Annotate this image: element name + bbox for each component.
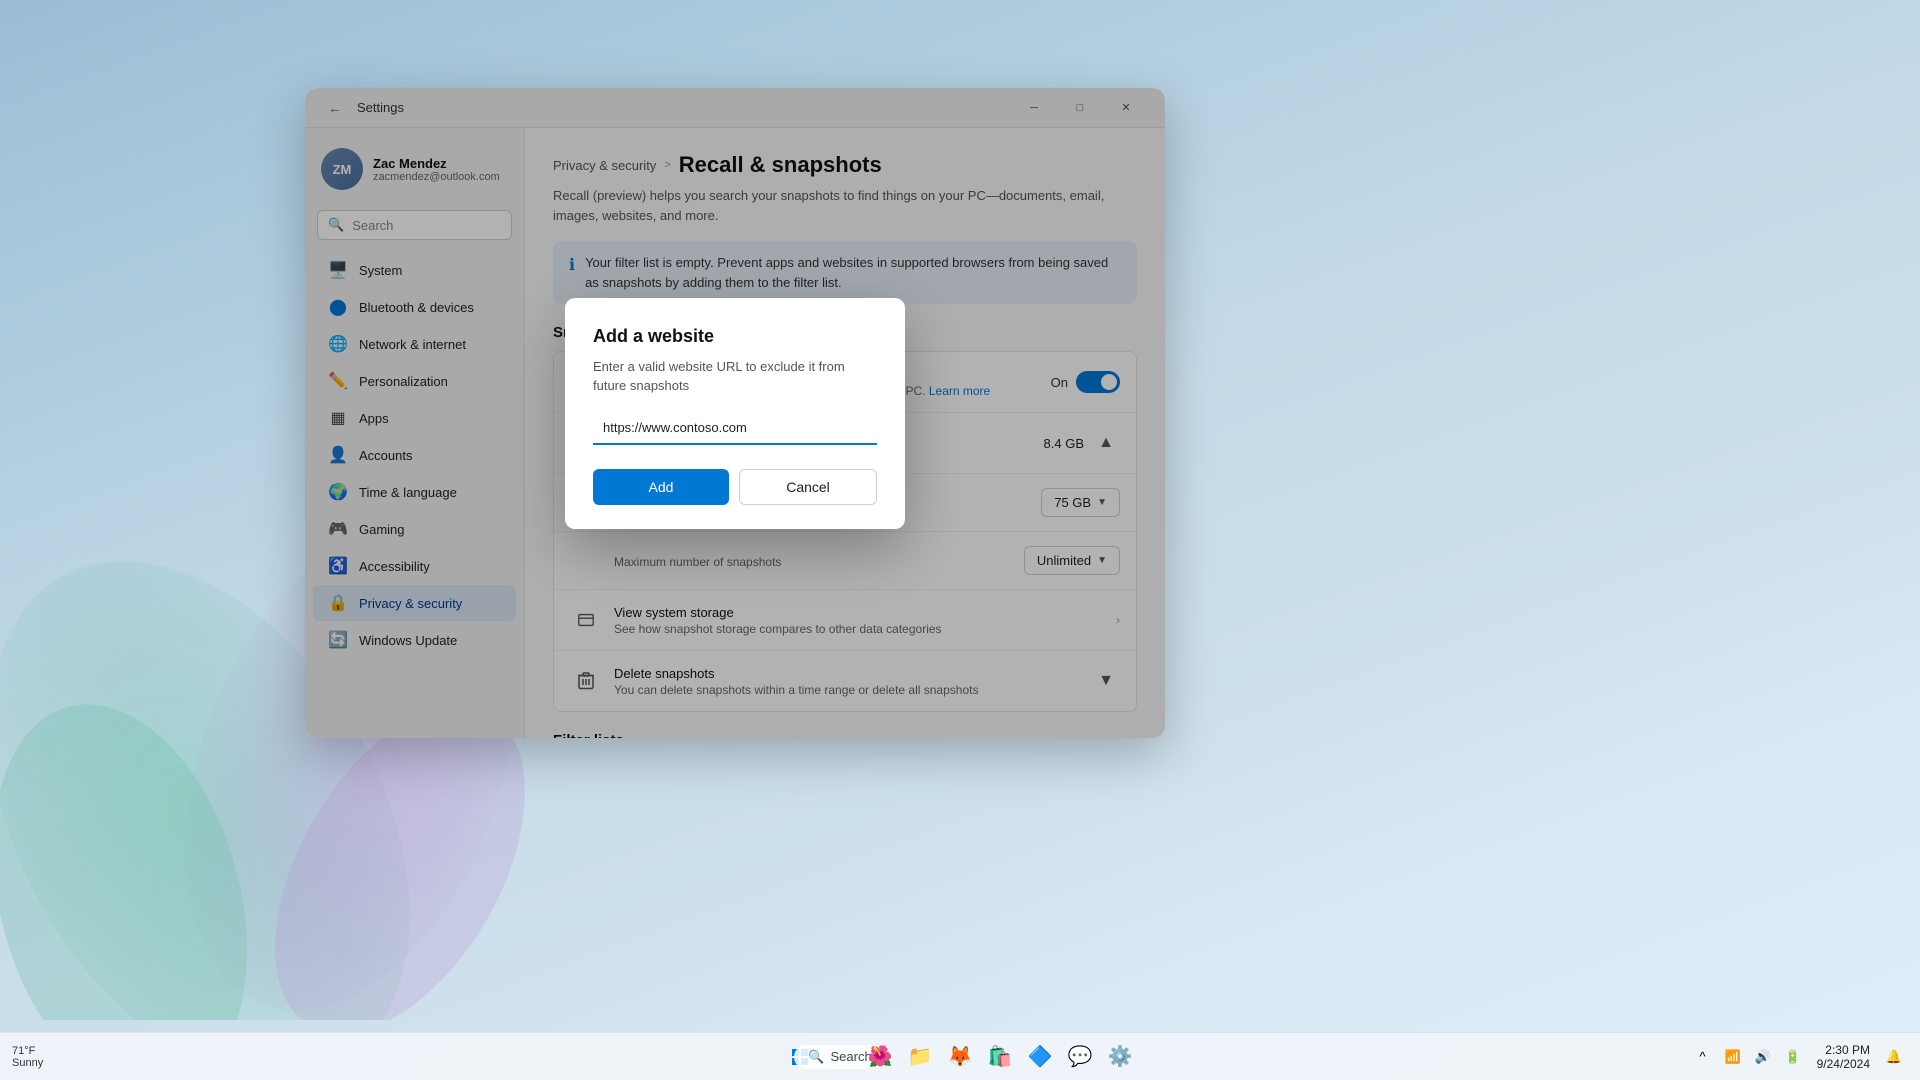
taskbar-search-button[interactable]: 🔍 Search bbox=[822, 1039, 858, 1075]
time-display[interactable]: 2:30 PM 9/24/2024 bbox=[1813, 1043, 1874, 1071]
taskbar-center: 🔍 Search 🌺 📁 🦊 🛍️ 🔷 💬 ⚙️ bbox=[782, 1039, 1138, 1075]
modal-overlay: Add a website Enter a valid website URL … bbox=[305, 88, 1165, 738]
taskbar-app-store[interactable]: 🛍️ bbox=[982, 1039, 1018, 1075]
taskbar-app-browser[interactable]: 🦊 bbox=[942, 1039, 978, 1075]
current-time: 2:30 PM bbox=[1825, 1043, 1870, 1057]
taskbar-app-files[interactable]: 📁 bbox=[902, 1039, 938, 1075]
system-tray: ^ 📶 🔊 🔋 bbox=[1689, 1043, 1807, 1071]
website-url-input[interactable] bbox=[593, 412, 877, 445]
settings-window: ← Settings ─ □ ✕ ZM Zac Mendez zacmendez… bbox=[305, 88, 1165, 738]
weather-condition: Sunny bbox=[12, 1057, 43, 1069]
taskbar-app-teams[interactable]: 💬 bbox=[1062, 1039, 1098, 1075]
weather-temperature: 71°F bbox=[12, 1045, 43, 1057]
tray-battery-icon[interactable]: 🔋 bbox=[1779, 1043, 1807, 1071]
taskbar-app-copilot[interactable]: 🔷 bbox=[1022, 1039, 1058, 1075]
taskbar-app-flower[interactable]: 🌺 bbox=[862, 1039, 898, 1075]
taskbar-app-settings[interactable]: ⚙️ bbox=[1102, 1039, 1138, 1075]
taskbar-right: ^ 📶 🔊 🔋 2:30 PM 9/24/2024 🔔 bbox=[1689, 1043, 1908, 1071]
notification-icon[interactable]: 🔔 bbox=[1880, 1043, 1908, 1071]
current-date: 9/24/2024 bbox=[1817, 1057, 1870, 1071]
tray-volume-icon[interactable]: 🔊 bbox=[1749, 1043, 1777, 1071]
weather-widget[interactable]: 71°F Sunny bbox=[12, 1045, 43, 1069]
taskbar: 71°F Sunny 🔍 Search 🌺 📁 🦊 🛍️ 🔷 💬 ⚙️ ^ 📶 … bbox=[0, 1032, 1920, 1080]
cancel-button[interactable]: Cancel bbox=[739, 469, 877, 505]
taskbar-left: 71°F Sunny bbox=[12, 1045, 51, 1069]
modal-title: Add a website bbox=[593, 326, 877, 347]
tray-overflow-icon[interactable]: ^ bbox=[1689, 1043, 1717, 1071]
taskbar-search-icon: 🔍 bbox=[808, 1049, 824, 1065]
add-website-button[interactable]: Add bbox=[593, 469, 729, 505]
modal-buttons: Add Cancel bbox=[593, 469, 877, 505]
tray-network-icon[interactable]: 📶 bbox=[1719, 1043, 1747, 1071]
add-website-dialog: Add a website Enter a valid website URL … bbox=[565, 298, 905, 529]
modal-description: Enter a valid website URL to exclude it … bbox=[593, 357, 877, 396]
